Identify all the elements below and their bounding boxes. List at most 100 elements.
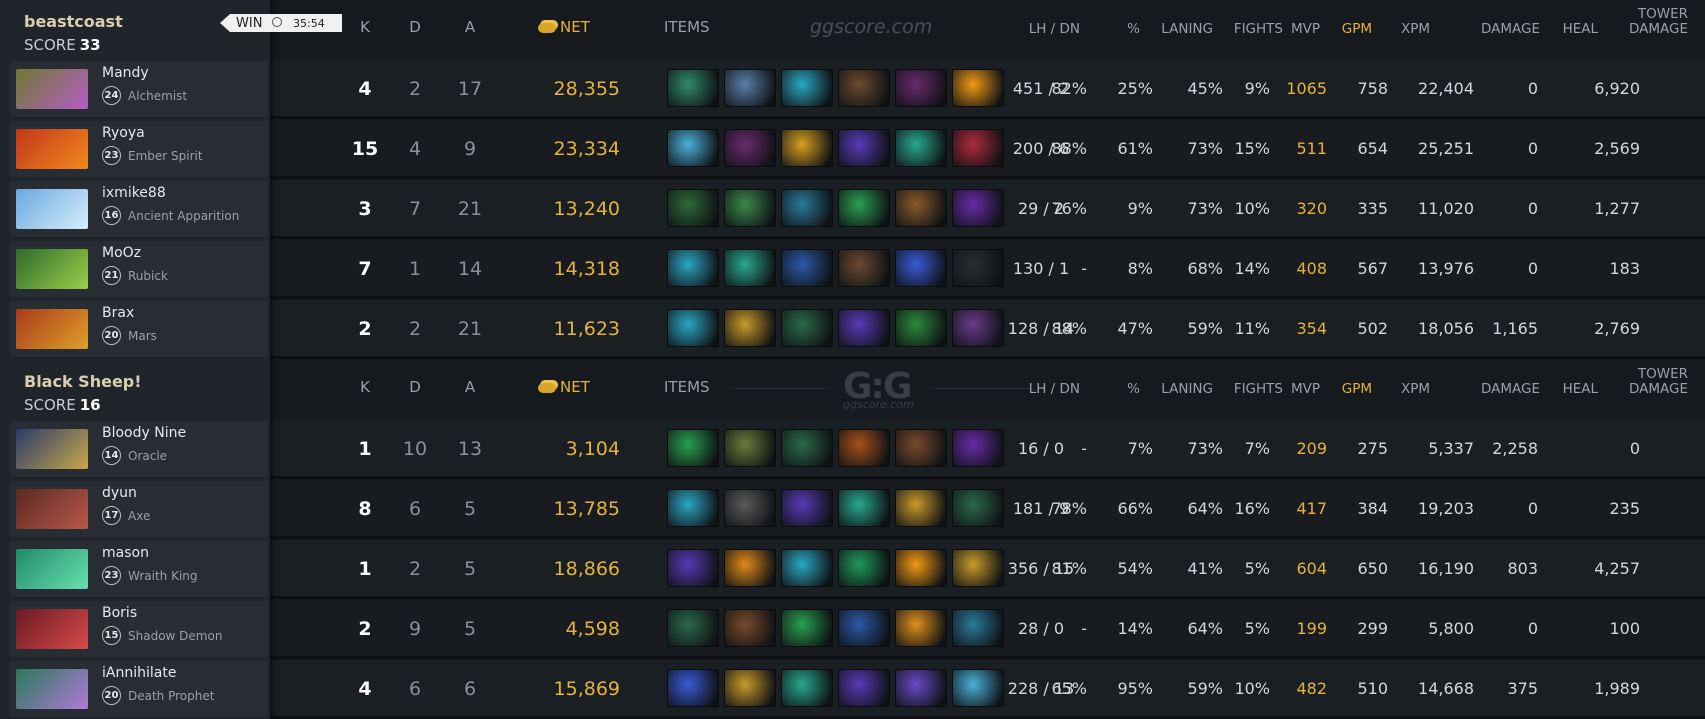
header-net: NET: [538, 378, 608, 396]
item-icon[interactable]: [952, 309, 1004, 347]
header-items: ITEMS: [664, 378, 710, 396]
item-icon[interactable]: [895, 249, 947, 287]
item-icon[interactable]: [781, 609, 833, 647]
item-icon[interactable]: [838, 249, 890, 287]
item-icon[interactable]: [838, 549, 890, 587]
item-icon[interactable]: [667, 429, 719, 467]
player-name: Ryoya: [102, 125, 145, 141]
item-icon[interactable]: [724, 489, 776, 527]
item-icon[interactable]: [952, 489, 1004, 527]
player-card[interactable]: mason 23 Wraith King: [10, 541, 268, 597]
gpm: 320: [1296, 199, 1327, 218]
item-icon[interactable]: [838, 489, 890, 527]
item-icon[interactable]: [781, 309, 833, 347]
item-icon[interactable]: [667, 609, 719, 647]
mvp: 9%: [1244, 79, 1270, 98]
item-icon[interactable]: [781, 129, 833, 167]
item-icon[interactable]: [781, 189, 833, 227]
item-icon[interactable]: [667, 249, 719, 287]
item-icon[interactable]: [781, 669, 833, 707]
item-icon[interactable]: [838, 669, 890, 707]
laning: 54%: [1117, 559, 1153, 578]
item-icon[interactable]: [952, 429, 1004, 467]
item-icon[interactable]: [724, 609, 776, 647]
item-icon[interactable]: [952, 669, 1004, 707]
item-icon[interactable]: [952, 609, 1004, 647]
item-icon[interactable]: [838, 189, 890, 227]
item-icon[interactable]: [724, 129, 776, 167]
item-icon[interactable]: [895, 489, 947, 527]
item-icon[interactable]: [781, 69, 833, 107]
item-icon[interactable]: [838, 429, 890, 467]
hero-portrait: [16, 189, 88, 229]
item-icon[interactable]: [895, 429, 947, 467]
player-card[interactable]: Ryoya 23 Ember Spirit: [10, 121, 268, 177]
fights: 45%: [1187, 79, 1223, 98]
item-icon[interactable]: [781, 249, 833, 287]
gpm: 408: [1296, 259, 1327, 278]
item-icon[interactable]: [724, 189, 776, 227]
xpm: 502: [1357, 319, 1388, 338]
item-icon[interactable]: [781, 489, 833, 527]
gpm: 209: [1296, 439, 1327, 458]
item-icon[interactable]: [952, 249, 1004, 287]
item-icon[interactable]: [895, 69, 947, 107]
item-icon[interactable]: [952, 129, 1004, 167]
item-icon[interactable]: [667, 309, 719, 347]
item-icon[interactable]: [952, 549, 1004, 587]
item-icon[interactable]: [952, 69, 1004, 107]
player-card[interactable]: Boris 15 Shadow Demon: [10, 601, 268, 657]
item-icon[interactable]: [895, 189, 947, 227]
item-icon[interactable]: [838, 129, 890, 167]
item-icon[interactable]: [724, 429, 776, 467]
item-icon[interactable]: [667, 669, 719, 707]
item-icon[interactable]: [838, 609, 890, 647]
header-fights: FIGHTS: [1233, 21, 1283, 37]
item-icon[interactable]: [667, 69, 719, 107]
item-icon[interactable]: [724, 69, 776, 107]
item-icon[interactable]: [724, 669, 776, 707]
item-slots: [667, 69, 1017, 107]
item-slots: [667, 549, 1017, 587]
item-icon[interactable]: [781, 429, 833, 467]
item-icon[interactable]: [838, 69, 890, 107]
player-card[interactable]: ixmike88 16 Ancient Apparition: [10, 181, 268, 237]
xpm: 275: [1357, 439, 1388, 458]
fights: 73%: [1187, 139, 1223, 158]
item-icon[interactable]: [667, 189, 719, 227]
header-tower-damage: TOWER DAMAGE: [1590, 7, 1688, 37]
stats-row: 3 7 21 13,240 29 / 2 76% 9% 73% 10% 320 335 11,020 0…: [270, 180, 1705, 239]
item-icon[interactable]: [952, 189, 1004, 227]
assists: 5: [463, 618, 477, 640]
item-icon[interactable]: [667, 489, 719, 527]
item-icon[interactable]: [895, 129, 947, 167]
player-card[interactable]: Mandy 24 Alchemist: [10, 61, 268, 117]
kills: 2: [358, 618, 372, 640]
player-card[interactable]: MoOz 21 Rubick: [10, 241, 268, 297]
item-icon[interactable]: [895, 669, 947, 707]
player-card[interactable]: iAnnihilate 20 Death Prophet: [10, 661, 268, 717]
header-laning: LANING: [1161, 381, 1213, 397]
player-card[interactable]: dyun 17 Axe: [10, 481, 268, 537]
item-icon[interactable]: [781, 549, 833, 587]
item-icon[interactable]: [895, 309, 947, 347]
mvp: 5%: [1244, 619, 1270, 638]
item-icon[interactable]: [895, 549, 947, 587]
item-slots: [667, 189, 1017, 227]
kills: 4: [358, 78, 372, 100]
item-icon[interactable]: [895, 609, 947, 647]
item-icon[interactable]: [838, 309, 890, 347]
item-icon[interactable]: [724, 309, 776, 347]
player-card[interactable]: Bloody Nine 14 Oracle: [10, 421, 268, 477]
stats-row: 8 6 5 13,785 181 / 9 78% 66% 64% 16% 417 384 19,203…: [270, 480, 1705, 539]
item-slots: [667, 489, 1017, 527]
gold-coin-icon: [538, 22, 556, 33]
item-icon[interactable]: [724, 549, 776, 587]
gpm: 482: [1296, 679, 1327, 698]
item-icon[interactable]: [667, 549, 719, 587]
stats-row: 1 2 5 18,866 356 / 15 81% 54% 41% 5% 604 650 16,190…: [270, 540, 1705, 599]
item-icon[interactable]: [667, 129, 719, 167]
item-icon[interactable]: [724, 249, 776, 287]
header-d: D: [409, 18, 421, 36]
player-card[interactable]: Brax 20 Mars: [10, 301, 268, 357]
